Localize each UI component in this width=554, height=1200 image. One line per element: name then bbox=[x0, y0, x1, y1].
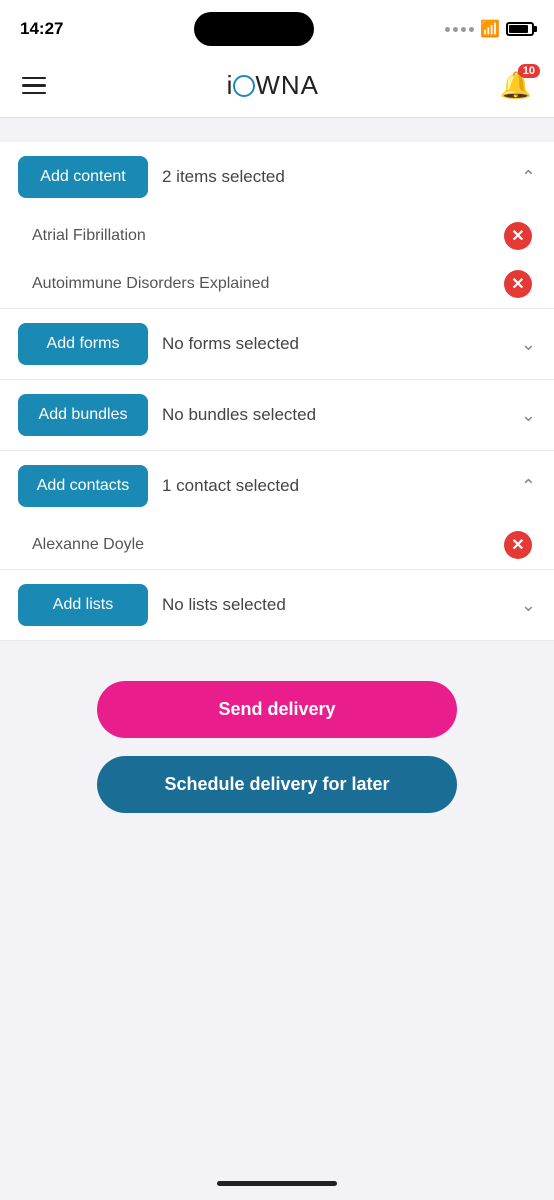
hamburger-line bbox=[22, 77, 46, 80]
list-item: Atrial Fibrillation ✕ bbox=[0, 212, 554, 260]
schedule-delivery-button[interactable]: Schedule delivery for later bbox=[97, 756, 457, 813]
menu-button[interactable] bbox=[22, 77, 46, 95]
remove-contact-item-1-button[interactable]: ✕ bbox=[504, 531, 532, 559]
signal-icon bbox=[445, 27, 474, 32]
contacts-status-label: 1 contact selected bbox=[162, 476, 507, 496]
forms-section-row: Add forms No forms selected ⌄ bbox=[0, 309, 554, 380]
contact-item-1-label: Alexanne Doyle bbox=[32, 536, 144, 554]
notification-badge: 10 bbox=[518, 64, 540, 78]
send-delivery-button[interactable]: Send delivery bbox=[97, 681, 457, 738]
contacts-chevron-icon: ⌃ bbox=[521, 476, 536, 497]
bundles-section-row: Add bundles No bundles selected ⌄ bbox=[0, 380, 554, 451]
content-status-label: 2 items selected bbox=[162, 167, 507, 187]
bundles-chevron-icon: ⌄ bbox=[521, 405, 536, 426]
forms-status-label: No forms selected bbox=[162, 334, 507, 354]
battery-icon bbox=[506, 22, 534, 36]
add-contacts-button[interactable]: Add contacts bbox=[18, 465, 148, 507]
list-item: Alexanne Doyle ✕ bbox=[0, 521, 554, 569]
logo-o bbox=[233, 75, 255, 97]
wifi-icon: 📶 bbox=[480, 19, 500, 39]
lists-status-label: No lists selected bbox=[162, 595, 507, 615]
lists-chevron-icon: ⌄ bbox=[521, 595, 536, 616]
dynamic-island bbox=[194, 12, 314, 46]
hamburger-line bbox=[22, 84, 46, 87]
action-buttons-section: Send delivery Schedule delivery for late… bbox=[0, 641, 554, 843]
add-lists-button[interactable]: Add lists bbox=[18, 584, 148, 626]
home-indicator bbox=[217, 1181, 337, 1186]
main-content: Add content 2 items selected ⌃ Atrial Fi… bbox=[0, 142, 554, 641]
bundles-status-label: No bundles selected bbox=[162, 405, 507, 425]
add-content-button[interactable]: Add content bbox=[18, 156, 148, 198]
status-time: 14:27 bbox=[20, 19, 63, 39]
content-items-list: Atrial Fibrillation ✕ Autoimmune Disorde… bbox=[0, 212, 554, 309]
lists-section-row: Add lists No lists selected ⌄ bbox=[0, 570, 554, 641]
notification-button[interactable]: 🔔 10 bbox=[500, 70, 532, 101]
app-header: iWNA 🔔 10 bbox=[0, 54, 554, 118]
content-item-2-label: Autoimmune Disorders Explained bbox=[32, 275, 269, 293]
app-logo: iWNA bbox=[227, 70, 319, 101]
status-bar: 14:27 📶 bbox=[0, 0, 554, 54]
content-item-1-label: Atrial Fibrillation bbox=[32, 227, 146, 245]
contacts-section-row: Add contacts 1 contact selected ⌃ bbox=[0, 451, 554, 521]
add-forms-button[interactable]: Add forms bbox=[18, 323, 148, 365]
add-bundles-button[interactable]: Add bundles bbox=[18, 394, 148, 436]
list-item: Autoimmune Disorders Explained ✕ bbox=[0, 260, 554, 308]
status-icons: 📶 bbox=[445, 19, 534, 39]
remove-content-item-2-button[interactable]: ✕ bbox=[504, 270, 532, 298]
content-section-row: Add content 2 items selected ⌃ bbox=[0, 142, 554, 212]
hamburger-line bbox=[22, 92, 46, 95]
content-chevron-icon: ⌃ bbox=[521, 167, 536, 188]
forms-chevron-icon: ⌄ bbox=[521, 334, 536, 355]
remove-content-item-1-button[interactable]: ✕ bbox=[504, 222, 532, 250]
top-spacer bbox=[0, 118, 554, 142]
bottom-spacer bbox=[0, 843, 554, 1043]
contacts-items-list: Alexanne Doyle ✕ bbox=[0, 521, 554, 570]
